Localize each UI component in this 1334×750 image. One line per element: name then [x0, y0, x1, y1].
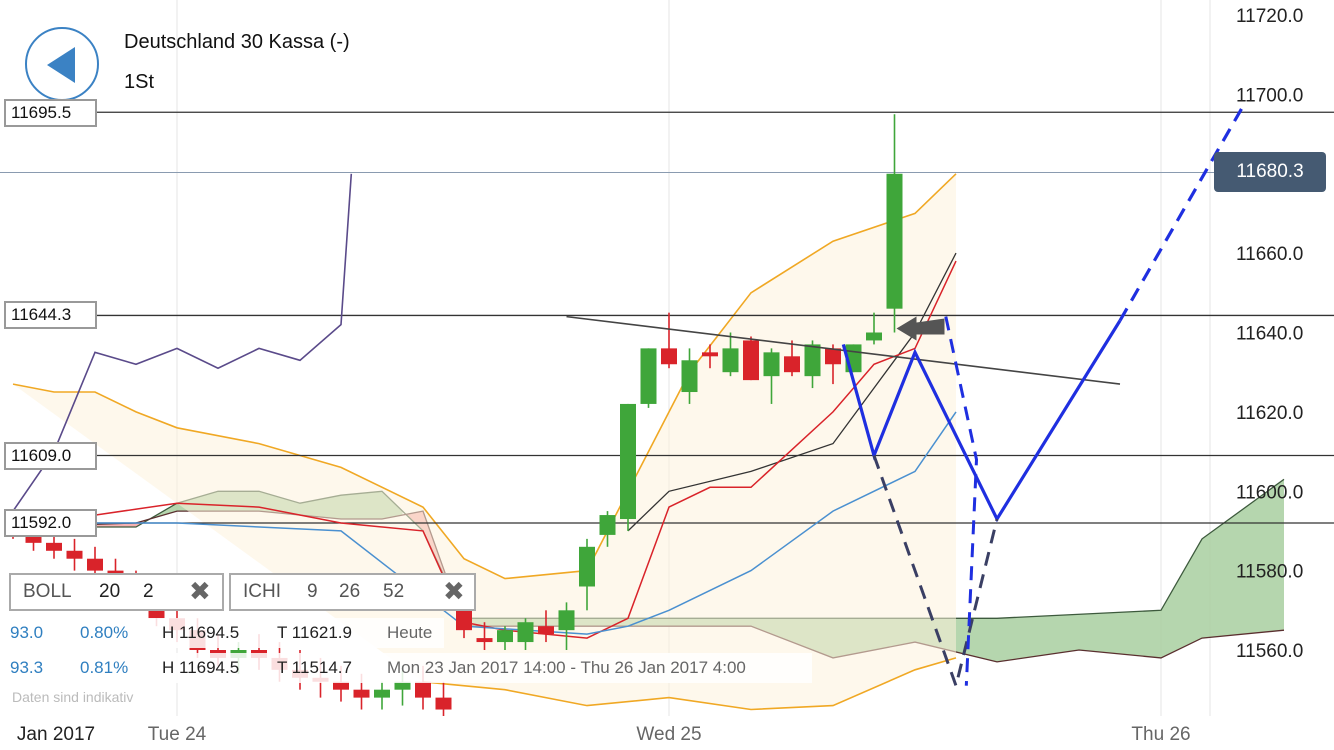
timeframe-label[interactable]: 1St [124, 71, 154, 94]
candle-body [87, 559, 103, 571]
candle-body [538, 626, 554, 634]
candle-body [764, 352, 780, 376]
instrument-title: Deutschland 30 Kassa (-) [124, 31, 350, 54]
info-range: Heute [387, 618, 432, 648]
candle-body [743, 340, 759, 380]
info-change-percent: 0.81% [80, 653, 128, 683]
info-range: Mon 23 Jan 2017 14:00 - Thu 26 Jan 2017 … [387, 653, 746, 683]
boll-indicator-chip[interactable]: BOLL 20 2 ✖ [9, 573, 224, 611]
boll-name: BOLL [23, 575, 72, 609]
price-tick-label: 11620.0 [1236, 403, 1303, 424]
candle-body [354, 690, 370, 698]
price-tick-label: 11600.0 [1236, 482, 1303, 503]
time-tick-label: Tue 24 [148, 724, 207, 745]
ichi-indicator-chip[interactable]: ICHI 9 26 52 ✖ [229, 573, 476, 611]
price-tick-label: 11700.0 [1236, 85, 1303, 106]
candle-body [825, 348, 841, 364]
candle-body [415, 682, 431, 698]
candle-body [702, 352, 718, 356]
price-tick-label: 11720.0 [1236, 6, 1303, 27]
close-icon[interactable]: ✖ [189, 574, 211, 608]
disclaimer-text: Daten sind indikativ [12, 689, 133, 705]
candle-body [723, 348, 739, 372]
info-high: H 11694.5 [162, 653, 239, 683]
boll-dev: 2 [143, 575, 154, 609]
candle-body [641, 348, 657, 404]
time-tick-label: Thu 26 [1131, 724, 1190, 745]
back-button[interactable] [25, 27, 99, 101]
ichi-p3: 52 [383, 575, 404, 609]
info-change-points: 93.3 [10, 653, 43, 683]
candle-body [477, 638, 493, 642]
candle-body [374, 690, 390, 698]
candle-body [497, 630, 513, 642]
candle-body [579, 547, 595, 587]
ichi-p2: 26 [339, 575, 360, 609]
info-low: T 11621.9 [277, 618, 352, 648]
info-low: T 11514.7 [277, 653, 352, 683]
boll-period: 20 [99, 575, 120, 609]
candle-body [46, 543, 62, 551]
ichi-p1: 9 [307, 575, 318, 609]
price-tick-label: 11580.0 [1236, 562, 1303, 583]
level-label-3[interactable]: 11609.0 [4, 442, 97, 470]
candle-body [887, 174, 903, 309]
candle-body [620, 404, 636, 519]
price-tick-label: 11640.0 [1236, 324, 1303, 345]
time-tick-label: Wed 25 [636, 724, 701, 745]
candle-body [436, 698, 452, 710]
info-high: H 11694.5 [162, 618, 239, 648]
candle-body [600, 515, 616, 535]
close-icon[interactable]: ✖ [443, 574, 465, 608]
level-label-1[interactable]: 11695.5 [4, 99, 97, 127]
info-row-today: 93.0 0.80% H 11694.5 T 11621.9 Heute [4, 618, 444, 648]
candle-body [67, 551, 83, 559]
info-change-points: 93.0 [10, 618, 43, 648]
candle-body [559, 610, 575, 630]
time-tick-label: Jan 2017 [17, 724, 95, 745]
candle-body [866, 333, 882, 341]
projection-dashed-up [1120, 106, 1243, 320]
info-change-percent: 0.80% [80, 618, 128, 648]
level-label-2[interactable]: 11644.3 [4, 301, 97, 329]
back-arrow-icon [47, 47, 75, 83]
candle-body [805, 344, 821, 376]
candle-body [784, 356, 800, 372]
level-label-4[interactable]: 11592.0 [4, 509, 97, 537]
ichi-name: ICHI [243, 575, 281, 609]
info-row-period: 93.3 0.81% H 11694.5 T 11514.7 Mon 23 Ja… [4, 653, 812, 683]
candle-body [661, 348, 677, 364]
price-tick-label: 11560.0 [1236, 641, 1303, 662]
candle-body [518, 622, 534, 642]
candle-body [682, 360, 698, 392]
price-tick-label: 11660.0 [1236, 244, 1303, 265]
current-price-badge: 11680.3 [1214, 152, 1326, 192]
